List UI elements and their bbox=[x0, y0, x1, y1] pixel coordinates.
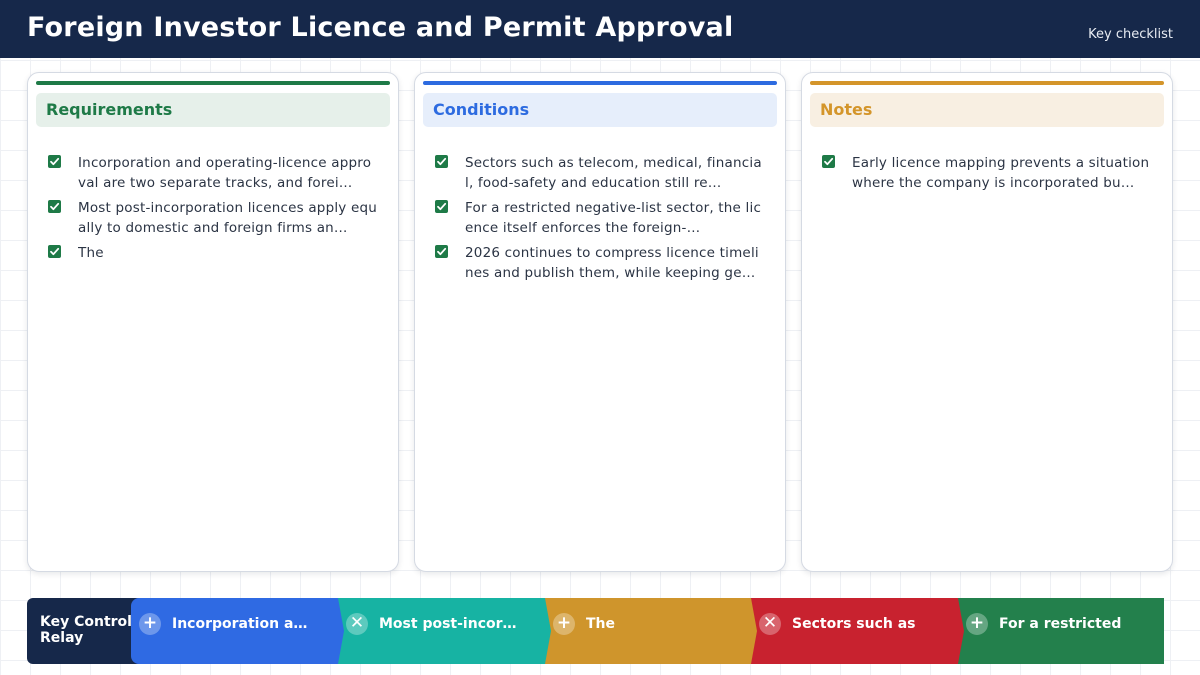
card-accent-bar bbox=[423, 81, 777, 85]
checklist-item-text: Sectors such as telecom, medical, financ… bbox=[465, 155, 762, 191]
close-icon: ✕ bbox=[759, 613, 781, 635]
relay-segment[interactable]: ✕ Most post-incor… bbox=[338, 598, 544, 664]
card-title: Notes bbox=[810, 93, 1164, 127]
checkbox-checked-icon[interactable] bbox=[435, 245, 448, 258]
relay-segment[interactable]: + Incorporation a… bbox=[131, 598, 337, 664]
plus-icon: + bbox=[553, 613, 575, 635]
checklist-item-text: The bbox=[78, 245, 104, 261]
relay-segment[interactable]: ✕ Sectors such as bbox=[751, 598, 957, 664]
checkbox-checked-icon[interactable] bbox=[48, 200, 61, 213]
checkbox-checked-icon[interactable] bbox=[435, 200, 448, 213]
header-bar: Foreign Investor Licence and Permit Appr… bbox=[0, 0, 1200, 58]
close-icon: ✕ bbox=[346, 613, 368, 635]
card-conditions: Conditions Sectors such as telecom, medic… bbox=[414, 72, 786, 572]
relay-segment-label: Incorporation a… bbox=[172, 616, 308, 632]
header-tag: Key checklist bbox=[1088, 27, 1173, 42]
checklist-item-text: Most post-incorporation licences apply e… bbox=[78, 200, 378, 236]
key-control-relay: Key Control Relay + Incorporation a… ✕ Most… bbox=[27, 598, 1164, 664]
checkbox-checked-icon[interactable] bbox=[48, 245, 61, 258]
checklist: Incorporation and operating-licence appr… bbox=[48, 153, 378, 268]
checkbox-checked-icon[interactable] bbox=[822, 155, 835, 168]
plus-icon: + bbox=[966, 613, 988, 635]
card-notes: Notes Early licence mapping prevents a si… bbox=[801, 72, 1173, 572]
checklist-item: For a restricted negative-list sector, t… bbox=[435, 198, 765, 238]
checkbox-checked-icon[interactable] bbox=[48, 155, 61, 168]
card-requirements: Requirements Incorporation and operating-… bbox=[27, 72, 399, 572]
checkbox-checked-icon[interactable] bbox=[435, 155, 448, 168]
relay-divider bbox=[541, 598, 551, 664]
page-title: Foreign Investor Licence and Permit Appr… bbox=[27, 12, 734, 43]
checklist: Early licence mapping prevents a situati… bbox=[822, 153, 1152, 198]
relay-segment-label: Most post-incor… bbox=[379, 616, 517, 632]
relay-segment-label: For a restricted bbox=[999, 616, 1122, 632]
checklist-item-text: Early licence mapping prevents a situati… bbox=[852, 155, 1150, 191]
checklist-item: 2026 continues to compress licence timel… bbox=[435, 243, 765, 283]
checklist-item: Early licence mapping prevents a situati… bbox=[822, 153, 1152, 193]
checklist-item-text: For a restricted negative-list sector, t… bbox=[465, 200, 762, 236]
relay-segment[interactable]: + The bbox=[545, 598, 751, 664]
relay-divider bbox=[954, 598, 964, 664]
card-accent-bar bbox=[36, 81, 390, 85]
relay-divider bbox=[334, 598, 344, 664]
checklist: Sectors such as telecom, medical, financ… bbox=[435, 153, 765, 288]
relay-segment-label: Sectors such as bbox=[792, 616, 916, 632]
checklist-item-text: 2026 continues to compress licence timel… bbox=[465, 245, 759, 281]
card-accent-bar bbox=[810, 81, 1164, 85]
checklist-item: Most post-incorporation licences apply e… bbox=[48, 198, 378, 238]
card-title: Conditions bbox=[423, 93, 777, 127]
checklist-item: The bbox=[48, 243, 378, 263]
checklist-item: Sectors such as telecom, medical, financ… bbox=[435, 153, 765, 193]
checklist-item: Incorporation and operating-licence appr… bbox=[48, 153, 378, 193]
relay-segment[interactable]: + For a restricted bbox=[958, 598, 1164, 664]
relay-segment-label: The bbox=[586, 616, 616, 632]
relay-lead-label: Key Control Relay bbox=[27, 598, 145, 664]
plus-icon: + bbox=[139, 613, 161, 635]
card-title: Requirements bbox=[36, 93, 390, 127]
checklist-item-text: Incorporation and operating-licence appr… bbox=[78, 155, 372, 191]
relay-divider bbox=[747, 598, 757, 664]
